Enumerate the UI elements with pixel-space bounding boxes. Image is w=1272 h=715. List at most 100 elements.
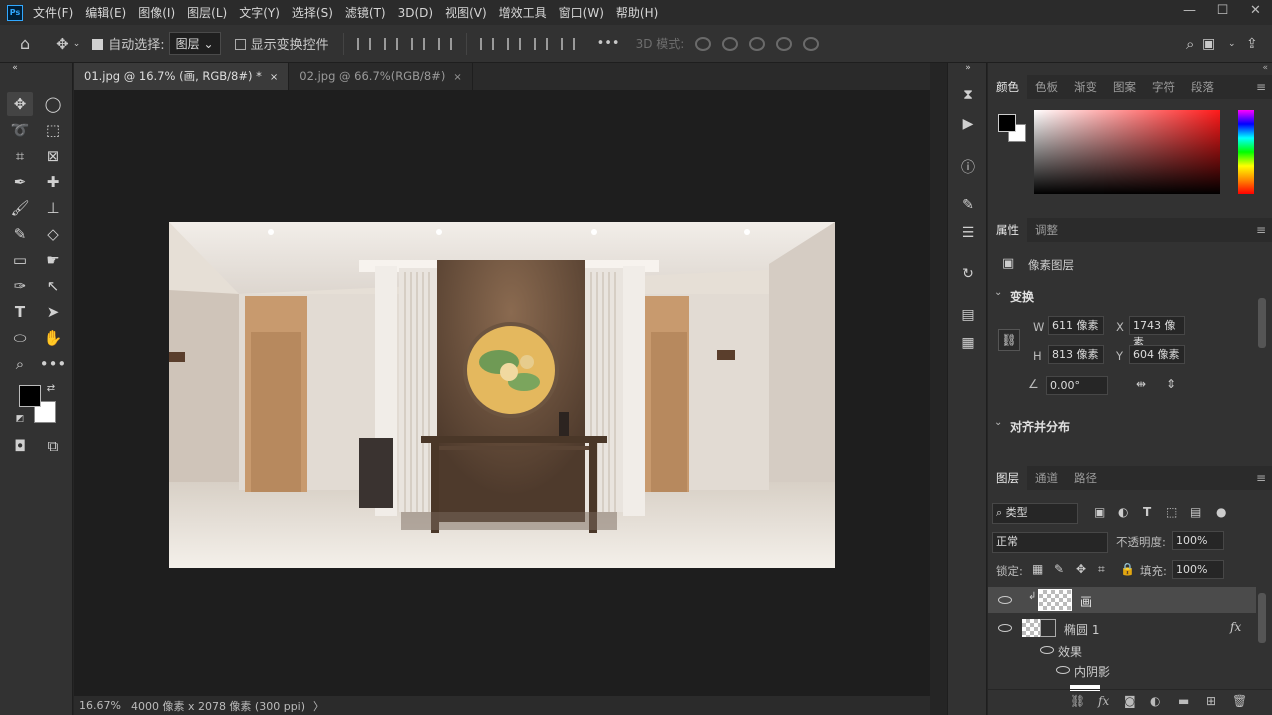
width-field[interactable]: 611 像素 [1048, 316, 1104, 335]
minimize-button[interactable]: — [1173, 0, 1206, 25]
ellipse-shape-icon[interactable]: ⬭ [7, 326, 33, 350]
more-options-button[interactable]: ••• [597, 36, 620, 51]
pan-3d-icon[interactable] [749, 36, 766, 51]
layer-row-selected[interactable]: ↲ 画 [988, 587, 1256, 613]
tab-gradients[interactable]: 渐变 [1066, 75, 1105, 99]
libraries-icon[interactable]: ▤ [958, 307, 978, 327]
panel-menu-icon[interactable]: ≡ [1256, 223, 1266, 237]
visibility-eye-icon[interactable] [998, 596, 1012, 604]
flip-vertical-icon[interactable]: ⇕ [1166, 377, 1176, 391]
height-field[interactable]: 813 像素 [1048, 345, 1104, 364]
layer-name[interactable]: 椭圆 1 [1064, 621, 1099, 638]
type-icon[interactable]: T [7, 300, 33, 324]
eyedropper-icon[interactable]: ✒ [7, 170, 33, 194]
slide-3d-icon[interactable] [776, 36, 793, 51]
gradient-icon[interactable]: ▭ [7, 248, 33, 272]
new-group-icon[interactable]: ▬ [1178, 694, 1189, 708]
menu-file[interactable]: 文件(F) [33, 4, 73, 21]
tab-character[interactable]: 字符 [1144, 75, 1183, 99]
hue-slider[interactable] [1238, 110, 1254, 194]
notes-icon[interactable]: ▦ [958, 335, 978, 355]
swatches-cycle-icon[interactable]: ↻ [958, 266, 978, 286]
fx-badge[interactable]: fx [1230, 620, 1241, 634]
align-vcenter-icon[interactable] [506, 37, 521, 50]
align-right-icon[interactable] [410, 37, 425, 50]
filter-smart-icon[interactable]: ▤ [1190, 505, 1201, 519]
adjustments-icon[interactable]: ☰ [958, 225, 978, 245]
y-field[interactable]: 604 像素 [1129, 345, 1185, 364]
chevron-down-icon[interactable]: ⌄ [994, 287, 1002, 298]
tab-paths[interactable]: 路径 [1066, 466, 1105, 490]
history-brush-icon[interactable]: ✎ [7, 222, 33, 246]
visibility-eye-icon[interactable] [998, 624, 1012, 632]
tab-swatches[interactable]: 色板 [1027, 75, 1066, 99]
tab-properties[interactable]: 属性 [988, 218, 1027, 242]
menu-3d[interactable]: 3D(D) [398, 6, 433, 20]
auto-select-checkbox[interactable]: 自动选择: [92, 34, 165, 53]
ellipse-marquee-icon[interactable]: ◯ [40, 92, 66, 116]
filter-adjustment-icon[interactable]: ◐ [1118, 505, 1128, 519]
visibility-eye-icon[interactable] [1056, 666, 1070, 674]
screen-mode-icon[interactable]: ⧉ [40, 434, 66, 458]
menu-image[interactable]: 图像(I) [138, 4, 175, 21]
move-tool-preset-icon[interactable]: ✥ [56, 35, 69, 53]
orbit-3d-icon[interactable] [695, 36, 712, 51]
lock-image-icon[interactable]: ✎ [1054, 562, 1064, 576]
align-top-icon[interactable] [479, 37, 494, 50]
add-mask-icon[interactable]: ◙ [1124, 694, 1136, 708]
close-tab-icon[interactable]: × [453, 72, 461, 83]
menu-type[interactable]: 文字(Y) [239, 4, 280, 21]
roll-3d-icon[interactable] [722, 36, 739, 51]
tab-adjustments[interactable]: 调整 [1027, 218, 1066, 242]
direct-select-icon[interactable]: ➤ [40, 300, 66, 324]
collapse-right-icon[interactable]: « [1262, 63, 1268, 73]
tab-channels[interactable]: 通道 [1027, 466, 1066, 490]
filter-type-icon[interactable]: T [1143, 505, 1151, 519]
default-colors-icon[interactable]: ◩ [13, 412, 27, 426]
layer-filter-dropdown[interactable]: ⌕ 类型 [992, 503, 1078, 524]
transform-section-title[interactable]: 变换 [1010, 288, 1034, 305]
distribute-horizontal-icon[interactable] [560, 37, 575, 50]
menu-view[interactable]: 视图(V) [445, 4, 487, 21]
workspace-icon[interactable]: ▣ [1202, 36, 1215, 52]
layers-scrollbar[interactable] [1258, 593, 1266, 643]
menu-plugins[interactable]: 增效工具 [499, 4, 547, 21]
filter-pixel-icon[interactable]: ▣ [1094, 505, 1105, 519]
opacity-field[interactable]: 100% [1172, 531, 1224, 550]
menu-window[interactable]: 窗口(W) [559, 4, 604, 21]
menu-filter[interactable]: 滤镜(T) [345, 4, 386, 21]
delete-layer-icon[interactable]: 🗑 [1232, 694, 1247, 708]
tab-patterns[interactable]: 图案 [1105, 75, 1144, 99]
healing-brush-icon[interactable]: ✚ [40, 170, 66, 194]
close-tab-icon[interactable]: × [270, 72, 278, 83]
effects-row[interactable]: 效果 [988, 641, 1256, 661]
blend-mode-dropdown[interactable]: 正常 [992, 532, 1108, 553]
layer-row[interactable]: 椭圆 1 fx [988, 615, 1256, 641]
zoom-level[interactable]: 16.67% [79, 699, 121, 712]
chevron-down-icon[interactable]: ⌄ [994, 417, 1002, 428]
lock-artboard-icon[interactable]: ⌗ [1098, 562, 1105, 577]
inner-shadow-row[interactable]: 内阴影 [988, 661, 1256, 681]
foreground-color-swatch[interactable] [19, 385, 41, 407]
hand-icon[interactable]: ✋ [40, 326, 66, 350]
menu-select[interactable]: 选择(S) [292, 4, 333, 21]
object-select-icon[interactable]: ⬚ [40, 118, 66, 142]
close-button[interactable]: ✕ [1239, 0, 1272, 25]
document-image[interactable] [169, 222, 835, 568]
lock-all-icon[interactable]: 🔒 [1120, 562, 1135, 576]
search-icon[interactable]: ⌕ [1186, 35, 1194, 53]
quick-mask-icon[interactable]: ◘ [7, 434, 33, 458]
swap-colors-icon[interactable]: ⇄ [44, 381, 58, 395]
chevron-down-icon[interactable]: ⌄ [1228, 39, 1236, 49]
filter-shape-icon[interactable]: ⬚ [1166, 505, 1177, 519]
link-wh-button[interactable]: ⛓ [998, 329, 1020, 351]
x-field[interactable]: 1743 像素 [1129, 316, 1185, 349]
panel-menu-icon[interactable]: ≡ [1256, 471, 1266, 485]
menu-edit[interactable]: 编辑(E) [85, 4, 126, 21]
align-bottom-icon[interactable] [533, 37, 548, 50]
chevron-down-icon[interactable]: ⌄ [73, 39, 81, 49]
show-transform-checkbox[interactable]: 显示变换控件 [234, 34, 329, 53]
expand-panels-icon[interactable]: » [958, 63, 978, 83]
tab-layers[interactable]: 图层 [988, 466, 1027, 490]
more-tools-icon[interactable]: ••• [40, 352, 67, 376]
